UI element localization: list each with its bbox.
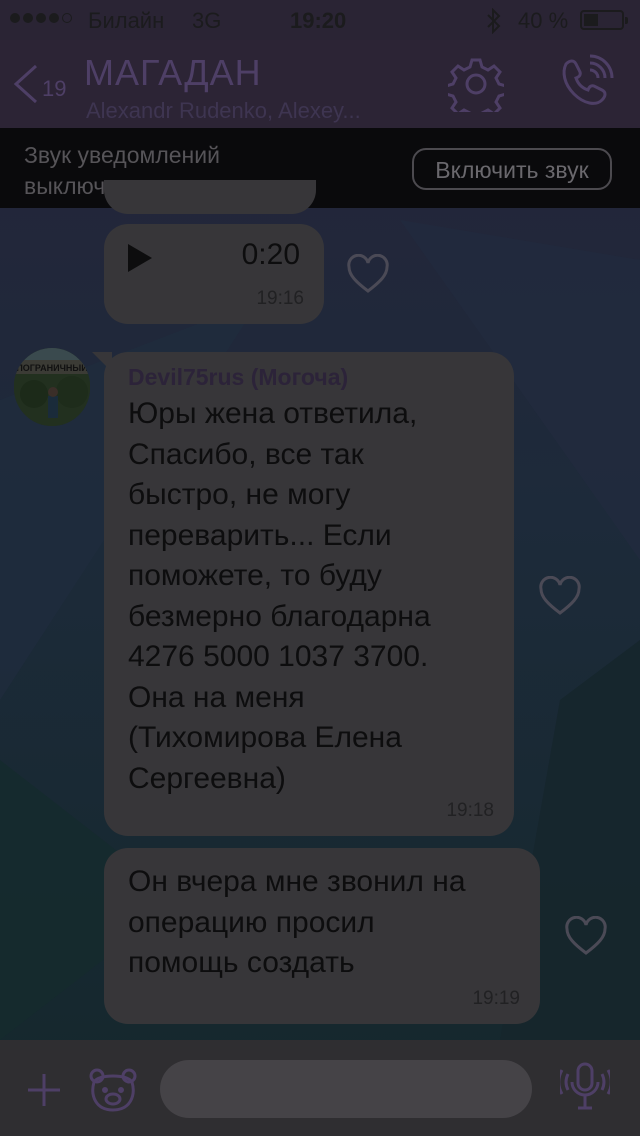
- unread-count: 19: [42, 76, 67, 101]
- message-line: 4276 5000 1037 3700.: [128, 640, 429, 673]
- signal-strength-icon: [10, 13, 72, 23]
- call-button[interactable]: [558, 54, 614, 115]
- message-input[interactable]: [160, 1060, 532, 1118]
- chevron-left-icon: [13, 64, 38, 104]
- heart-icon: [539, 575, 581, 615]
- message-line: безмерно благодарна: [128, 599, 431, 633]
- status-time: 19:20: [290, 8, 347, 33]
- bluetooth-icon: [486, 7, 502, 40]
- message-text: Он вчера мне звонил на операцию просил п…: [128, 862, 538, 984]
- message-line: Спасибо, все так: [128, 437, 364, 471]
- like-button[interactable]: [564, 915, 608, 961]
- chat-screen: Билайн 3G 19:20 40 % 19 МАГАДАН Alexandr…: [0, 0, 640, 1136]
- back-button[interactable]: 19: [12, 64, 66, 109]
- voice-message-bubble: 0:20 19:16: [104, 224, 324, 324]
- message-line: операцию просил: [128, 905, 375, 939]
- message-input-bar: [0, 1040, 640, 1136]
- attach-button[interactable]: [24, 1070, 64, 1115]
- message-line: Сергеевна): [128, 761, 286, 795]
- settings-button[interactable]: [444, 56, 508, 122]
- message-line: переварить... Если: [128, 518, 392, 552]
- message-bubble: Он вчера мне звонил на операцию просил п…: [104, 848, 540, 1024]
- status-bar: Билайн 3G 19:20 40 %: [0, 0, 640, 40]
- chat-participants[interactable]: Alexandr Rudenko, Alexey...: [86, 98, 361, 124]
- heart-icon: [565, 915, 607, 955]
- plus-icon: [28, 1074, 60, 1106]
- heart-icon: [347, 253, 389, 293]
- voice-duration: 0:20: [241, 238, 300, 271]
- message-line: (Тихомирова Елена: [128, 721, 402, 754]
- sticker-button[interactable]: [88, 1066, 138, 1119]
- bear-sticker-icon: [89, 1068, 137, 1112]
- voice-record-button[interactable]: [557, 1062, 613, 1119]
- network-type: 3G: [192, 8, 222, 33]
- sender-name[interactable]: Devil75rus (Могоча): [128, 364, 348, 391]
- play-button[interactable]: [126, 242, 154, 279]
- mute-notification-bar: Звук уведомлений выключен Включить звук: [0, 128, 640, 208]
- message-time: 19:19: [472, 988, 520, 1009]
- avatar-image: ПОГРАНИЧНЫЙ: [14, 348, 90, 426]
- play-icon: [128, 244, 152, 272]
- chat-title[interactable]: МАГАДАН: [84, 52, 262, 94]
- microphone-icon: [557, 1062, 613, 1110]
- message-bubble-previous: [104, 180, 316, 214]
- battery-icon: [580, 10, 628, 30]
- like-button[interactable]: [346, 253, 390, 299]
- message-bubble: Devil75rus (Могоча) Юры жена ответила, С…: [92, 352, 514, 836]
- message-text: Юры жена ответила, Спасибо, все так быст…: [128, 394, 508, 799]
- message-line: Юры жена ответила,: [128, 397, 418, 430]
- gear-icon: [444, 58, 508, 122]
- message-line: Она на меня: [128, 680, 305, 714]
- message-time: 19:16: [256, 288, 304, 309]
- bubble-tail: [92, 352, 112, 372]
- like-button[interactable]: [538, 575, 582, 621]
- chat-header: 19 МАГАДАН Alexandr Rudenko, Alexey...: [0, 40, 640, 128]
- sender-avatar[interactable]: ПОГРАНИЧНЫЙ: [14, 348, 90, 426]
- carrier-name: Билайн: [88, 8, 165, 33]
- message-time: 19:18: [446, 800, 494, 821]
- message-line: помощь создать: [128, 946, 355, 979]
- message-line: быстро, не могу: [128, 478, 351, 511]
- message-line: Он вчера мне звонил на: [128, 865, 466, 898]
- avatar-sign-text: ПОГРАНИЧНЫЙ: [16, 362, 87, 373]
- message-line: поможете, то буду: [128, 559, 382, 592]
- unmute-button[interactable]: Включить звук: [412, 148, 612, 190]
- phone-icon: [562, 54, 614, 105]
- battery-percent: 40 %: [518, 8, 569, 33]
